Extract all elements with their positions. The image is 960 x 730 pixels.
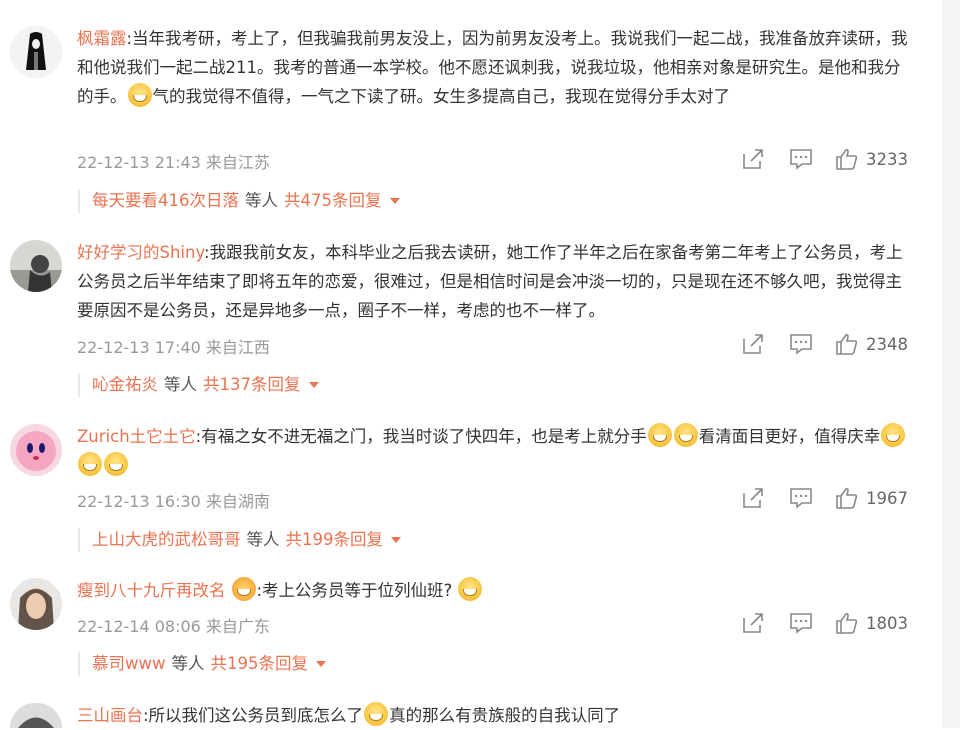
comment-meta: 22-12-13 17:40 来自江西: [77, 338, 270, 357]
emoji-icon: [364, 702, 389, 726]
share-icon[interactable]: [740, 148, 766, 170]
avatar[interactable]: [10, 424, 62, 476]
comment-username[interactable]: 枫霜露: [77, 29, 127, 48]
avatar[interactable]: [10, 240, 62, 292]
reply-summary[interactable]: 上山大虎的武松哥哥 等人 共199条回复: [78, 528, 401, 552]
comment-text: 瘦到八十九斤再改名 :考上公务员等于位列仙班?: [77, 576, 915, 605]
like-icon[interactable]: [834, 148, 860, 170]
avatar[interactable]: [10, 578, 62, 630]
reply-count-link[interactable]: 共137条回复: [203, 375, 301, 394]
scrollbar[interactable]: [942, 0, 960, 728]
reply-label: 等人: [245, 191, 278, 210]
reply-username[interactable]: 慕司www: [92, 654, 166, 673]
share-icon[interactable]: [740, 333, 766, 355]
comment-body: :所以我们这公务员到底怎么了: [143, 706, 364, 725]
emoji-icon: [78, 452, 102, 476]
reply-count-link[interactable]: 共195条回复: [211, 654, 309, 673]
avatar[interactable]: [10, 26, 62, 78]
crown-badge-icon: [231, 577, 256, 601]
like-count: 1967: [866, 488, 908, 508]
comment-icon[interactable]: [788, 333, 814, 355]
comment-text: Zurich土它土它:有福之女不进无福之门，我当时谈了快四年，也是考上就分手 看清…: [77, 422, 915, 480]
comment-body: :考上公务员等于位列仙班?: [256, 581, 453, 600]
like-icon[interactable]: [834, 333, 860, 355]
comment-actions: 3233: [740, 148, 912, 170]
reply-username[interactable]: 上山大虎的武松哥哥: [92, 530, 241, 549]
like-count: 3233: [866, 149, 908, 169]
comment-meta: 22-12-14 08:06 来自广东: [77, 617, 270, 636]
reply-summary[interactable]: 吣金祐炎 等人 共137条回复: [78, 373, 319, 397]
comment-username[interactable]: 瘦到八十九斤再改名: [77, 581, 226, 600]
comment-text: 好好学习的Shiny:我跟我前女友，本科毕业之后我去读研，她工作了半年之后在家备…: [77, 238, 915, 325]
comment-icon[interactable]: [788, 148, 814, 170]
comment-body: :有福之女不进无福之门，我当时谈了快四年，也是考上就分手: [195, 427, 647, 446]
emoji-icon: [127, 83, 152, 107]
emoji-icon: [647, 423, 672, 447]
comment-body-continued: 看清面目更好，值得庆幸: [698, 427, 881, 446]
comment-actions: 1803: [740, 612, 912, 634]
comment-body-continued: 真的那么有贵族般的自我认同了: [389, 706, 621, 725]
avatar[interactable]: [10, 703, 62, 728]
dropdown-caret-icon[interactable]: [391, 537, 401, 543]
reply-summary[interactable]: 慕司www 等人 共195条回复: [78, 652, 326, 676]
emoji-icon: [104, 452, 128, 476]
share-icon[interactable]: [740, 612, 766, 634]
comment-meta: 22-12-13 16:30 来自湖南: [77, 492, 270, 511]
like-count: 1803: [866, 613, 908, 633]
reply-username[interactable]: 吣金祐炎: [92, 375, 158, 394]
comment-text: 枫霜露:当年我考研，考上了，但我骗我前男友没上，因为前男友没考上。我说我们一起二…: [77, 24, 915, 111]
reply-label: 等人: [171, 654, 205, 673]
dropdown-caret-icon[interactable]: [308, 382, 319, 388]
comment-icon[interactable]: [788, 487, 814, 509]
dropdown-caret-icon[interactable]: [316, 661, 326, 667]
comment-icon[interactable]: [788, 612, 814, 634]
reply-label: 等人: [246, 530, 280, 549]
reply-label: 等人: [164, 375, 197, 394]
share-icon[interactable]: [740, 487, 766, 509]
like-icon[interactable]: [834, 612, 860, 634]
reply-count-link[interactable]: 共475条回复: [284, 191, 382, 210]
comment-actions: 2348: [740, 333, 912, 355]
reply-username[interactable]: 每天要看416次日落: [92, 191, 239, 210]
emoji-icon: [458, 577, 483, 601]
comment-username[interactable]: 三山画台: [77, 706, 143, 725]
like-icon[interactable]: [834, 487, 860, 509]
comment-username[interactable]: 好好学习的Shiny: [77, 243, 204, 262]
emoji-icon: [881, 423, 906, 447]
comment-username[interactable]: Zurich土它土它: [77, 427, 196, 446]
reply-count-link[interactable]: 共199条回复: [286, 530, 384, 549]
comment-body-continued: 气的我觉得不值得，一气之下读了研。女生多提高自己，我现在觉得分手太对了: [152, 87, 731, 106]
dropdown-caret-icon[interactable]: [389, 198, 400, 204]
reply-summary[interactable]: 每天要看416次日落 等人 共475条回复: [78, 189, 400, 213]
comment-text: 三山画台:所以我们这公务员到底怎么了 真的那么有贵族般的自我认同了: [77, 701, 915, 730]
like-count: 2348: [866, 334, 908, 354]
emoji-icon: [673, 423, 698, 447]
comment-meta: 22-12-13 21:43 来自江苏: [77, 153, 270, 172]
comment-actions: 1967: [740, 487, 912, 509]
